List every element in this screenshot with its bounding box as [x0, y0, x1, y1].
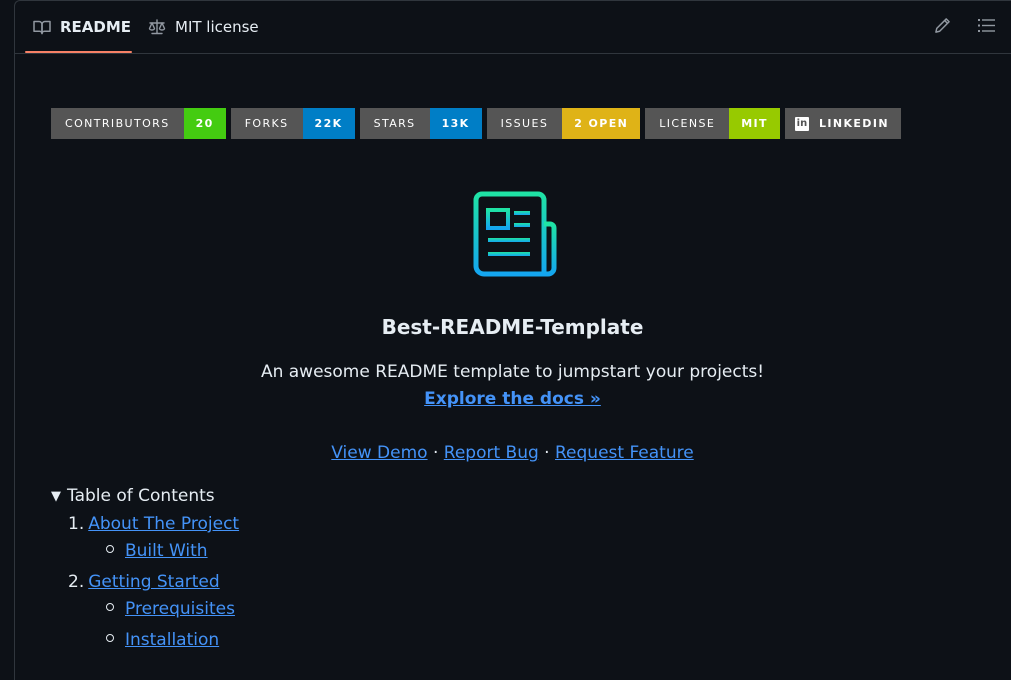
- edit-button[interactable]: [932, 17, 952, 37]
- toc-summary[interactable]: ▼ Table of Contents: [51, 486, 215, 506]
- toc-link-built-with[interactable]: Built With: [125, 541, 208, 561]
- triangle-down-icon: ▼: [51, 488, 61, 504]
- badge-key: ISSUES: [486, 108, 563, 139]
- project-links: View Demo · Report Bug · Request Feature: [0, 443, 1011, 463]
- separator: ·: [427, 443, 444, 463]
- tab-license[interactable]: MIT license: [148, 0, 259, 53]
- issues-badge[interactable]: ISSUES 2 OPEN: [486, 108, 641, 139]
- tab-license-label: MIT license: [175, 17, 259, 36]
- list-item: Installation: [106, 630, 219, 650]
- badge-value: 13K: [429, 108, 482, 139]
- badges-row: CONTRIBUTORS 20 FORKS 22K STARS 13K ISSU…: [51, 108, 901, 139]
- request-feature-link[interactable]: Request Feature: [555, 443, 694, 463]
- readme-tabbar: README MIT license: [15, 0, 1011, 54]
- badge-key: CONTRIBUTORS: [51, 108, 184, 139]
- list-item: 2. Getting Started: [68, 572, 220, 592]
- list-item: 1. About The Project: [68, 514, 240, 534]
- toc-link-prerequisites[interactable]: Prerequisites: [125, 599, 235, 619]
- book-icon: [33, 19, 51, 35]
- view-demo-link[interactable]: View Demo: [331, 443, 427, 463]
- list-item: Prerequisites: [106, 599, 235, 619]
- toc-link-about[interactable]: About The Project: [88, 514, 239, 534]
- badge-key: STARS: [359, 108, 430, 139]
- toc-link-getting-started[interactable]: Getting Started: [88, 572, 219, 592]
- badge-value: MIT: [729, 108, 780, 139]
- active-tab-indicator: [25, 51, 132, 53]
- license-badge[interactable]: LICENSE MIT: [645, 108, 780, 139]
- project-description: An awesome README template to jumpstart …: [260, 362, 765, 382]
- contributors-badge[interactable]: CONTRIBUTORS 20: [51, 108, 226, 139]
- bullet-icon: [106, 603, 114, 611]
- list-icon: [977, 18, 995, 37]
- badge-key: LICENSE: [645, 108, 730, 139]
- separator: ·: [538, 443, 555, 463]
- table-of-contents: ▼ Table of Contents: [51, 486, 215, 506]
- tab-readme-label: README: [60, 17, 132, 36]
- toc-summary-label: Table of Contents: [67, 486, 215, 506]
- stars-badge[interactable]: STARS 13K: [359, 108, 482, 139]
- linkedin-icon: in: [794, 116, 809, 131]
- explore-docs-link[interactable]: Explore the docs »: [424, 389, 601, 409]
- badge-value: 2 OPEN: [562, 108, 641, 139]
- scale-icon: [148, 18, 166, 35]
- forks-badge[interactable]: FORKS 22K: [230, 108, 355, 139]
- project-title: Best-README-Template: [381, 315, 644, 339]
- pencil-icon: [934, 17, 951, 38]
- report-bug-link[interactable]: Report Bug: [444, 443, 539, 463]
- badge-value: 20: [183, 108, 226, 139]
- bullet-icon: [106, 634, 114, 642]
- bullet-icon: [106, 545, 114, 553]
- list-item: Built With: [106, 541, 208, 561]
- badge-key: FORKS: [230, 108, 303, 139]
- newspaper-icon[interactable]: [472, 190, 558, 280]
- badge-value: 22K: [302, 108, 355, 139]
- outline-button[interactable]: [976, 17, 996, 37]
- toc-link-installation[interactable]: Installation: [125, 630, 219, 650]
- badge-key: LINKEDIN: [818, 117, 889, 130]
- linkedin-badge[interactable]: in LINKEDIN: [784, 108, 901, 139]
- tab-readme[interactable]: README: [33, 0, 131, 53]
